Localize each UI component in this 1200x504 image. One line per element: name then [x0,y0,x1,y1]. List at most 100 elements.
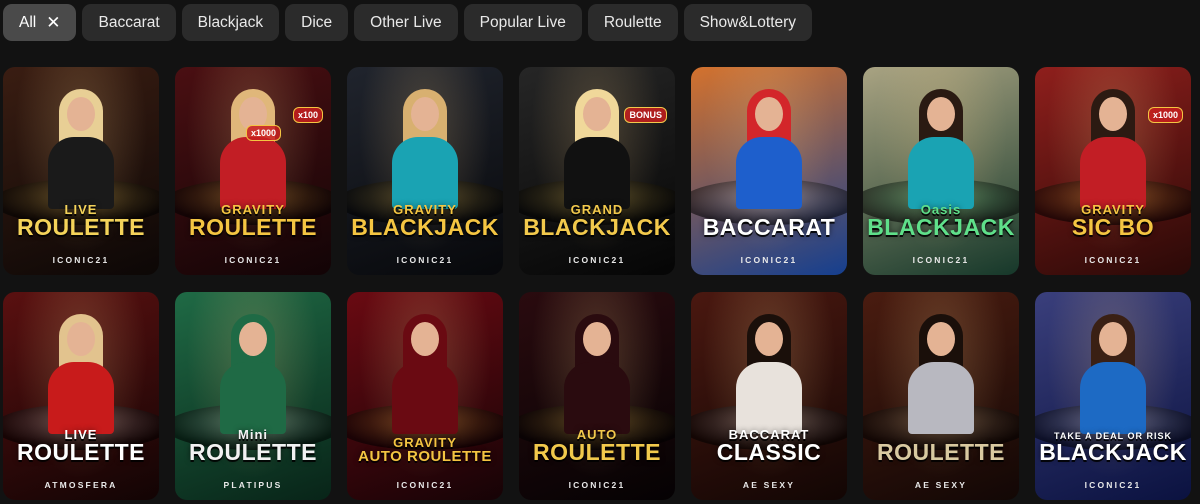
game-title: LIVE ROULETTE [7,428,155,464]
filter-chip-show-lottery[interactable]: Show&Lottery [683,4,813,41]
close-icon[interactable]: ✕ [46,14,60,31]
dealer-head [583,322,611,356]
game-title: Oasis BLACKJACK [867,203,1015,239]
dealer-image [1076,314,1150,434]
game-provider: AE SEXY [742,480,796,490]
filter-chip-all[interactable]: All ✕ [3,4,77,41]
game-provider: ICONIC21 [740,255,798,265]
game-title-line2: CLASSIC [716,439,822,465]
filter-chip-popular-live[interactable]: Popular Live [463,4,582,41]
game-provider: ATMOSFERA [44,480,118,490]
game-title-line2: ROULETTE [189,214,317,240]
filter-chip-other-live[interactable]: Other Live [354,4,458,41]
dealer-body [564,137,630,209]
dealer-image [732,89,806,209]
game-card[interactable]: GRAVITY AUTO ROULETTE ICONIC21 [347,292,503,500]
filter-chip-label: Baccarat [98,13,160,31]
dealer-head [755,97,783,131]
dealer-head [1099,322,1127,356]
game-provider: ICONIC21 [224,255,282,265]
game-provider: ICONIC21 [396,255,454,265]
game-card[interactable]: BONUS GRAND BLACKJACK ICONIC21 [519,67,675,275]
dealer-body [220,362,286,434]
game-title: GRAVITY ROULETTE [179,203,327,239]
filter-chip-blackjack[interactable]: Blackjack [181,4,280,41]
dealer-body [564,362,630,434]
game-card[interactable]: GRAVITY BLACKJACK ICONIC21 [347,67,503,275]
dealer-image [560,89,634,209]
game-card[interactable]: x1000 GRAVITY SIC BO ICONIC21 [1035,67,1191,275]
game-provider: PLATIPUS [223,480,283,490]
game-title-line2: ROULETTE [533,439,661,465]
dealer-body [392,137,458,209]
dealer-image [44,89,118,209]
dealer-head [67,97,95,131]
dealer-body [908,137,974,209]
game-card[interactable]: AUTO ROULETTE ICONIC21 [519,292,675,500]
game-title: ROULETTE [867,441,1015,464]
game-card[interactable]: Oasis BLACKJACK ICONIC21 [863,67,1019,275]
dealer-image [216,89,290,209]
game-provider: ICONIC21 [1084,480,1142,490]
dealer-head [927,97,955,131]
dealer-body [48,362,114,434]
game-title: GRAVITY AUTO ROULETTE [351,436,499,464]
dealer-head [755,322,783,356]
game-card[interactable]: LIVE ROULETTE ATMOSFERA [3,292,159,500]
filter-chip-roulette[interactable]: Roulette [587,4,678,41]
game-title: LIVE ROULETTE [7,203,155,239]
multiplier-badge: x1000 [1147,107,1183,123]
game-card[interactable]: BACCARAT ICONIC21 [691,67,847,275]
filter-chip-label: Popular Live [479,13,566,31]
game-title: BACCARAT CLASSIC [695,428,843,464]
game-title: GRAVITY BLACKJACK [351,203,499,239]
game-provider: ICONIC21 [396,480,454,490]
game-provider: ICONIC21 [568,255,626,265]
dealer-image [388,89,462,209]
game-provider: AE SEXY [914,480,968,490]
dealer-head [411,322,439,356]
game-provider: ICONIC21 [912,255,970,265]
dealer-image [732,314,806,434]
dealer-image [44,314,118,434]
filter-chip-label: Blackjack [197,13,264,31]
game-card[interactable]: TAKE A DEAL OR RISK BLACKJACK ICONIC21 [1035,292,1191,500]
dealer-body [1080,362,1146,434]
dealer-body [220,137,286,209]
game-title-line2: ROULETTE [17,214,145,240]
game-card[interactable]: BACCARAT CLASSIC AE SEXY [691,292,847,500]
game-title-line2: SIC BO [1071,214,1155,240]
dealer-image [1076,89,1150,209]
filter-chip-baccarat[interactable]: Baccarat [82,4,176,41]
dealer-head [239,322,267,356]
dealer-body [48,137,114,209]
game-title-line2: ROULETTE [877,439,1005,465]
dealer-image [904,89,978,209]
multiplier-badge: x1000 [245,125,281,141]
filter-chip-label: Dice [301,13,333,31]
dealer-head [583,97,611,131]
multiplier-badge: BONUS [624,107,667,123]
game-card[interactable]: Mini ROULETTE PLATIPUS [175,292,331,500]
game-title-line2: BACCARAT [702,214,836,240]
filter-chip-dice[interactable]: Dice [285,4,349,41]
game-provider: ICONIC21 [1084,255,1142,265]
game-title: AUTO ROULETTE [523,428,671,464]
filter-chip-label: Roulette [603,13,662,31]
game-provider: ICONIC21 [568,480,626,490]
game-title-line2: BLACKJACK [1039,439,1187,465]
multiplier-badge: x100 [292,107,323,123]
game-title-line2: AUTO ROULETTE [358,448,492,465]
dealer-image [388,314,462,434]
dealer-body [1080,137,1146,209]
dealer-image [560,314,634,434]
game-card[interactable]: LIVE ROULETTE ICONIC21 [3,67,159,275]
game-card[interactable]: ROULETTE AE SEXY [863,292,1019,500]
dealer-body [908,362,974,434]
game-card[interactable]: x100 x1000 GRAVITY ROULETTE ICONIC21 [175,67,331,275]
game-provider: ICONIC21 [52,255,110,265]
dealer-body [736,137,802,209]
game-title: GRAND BLACKJACK [523,203,671,239]
dealer-body [392,362,458,434]
game-title-line2: ROULETTE [189,439,317,465]
